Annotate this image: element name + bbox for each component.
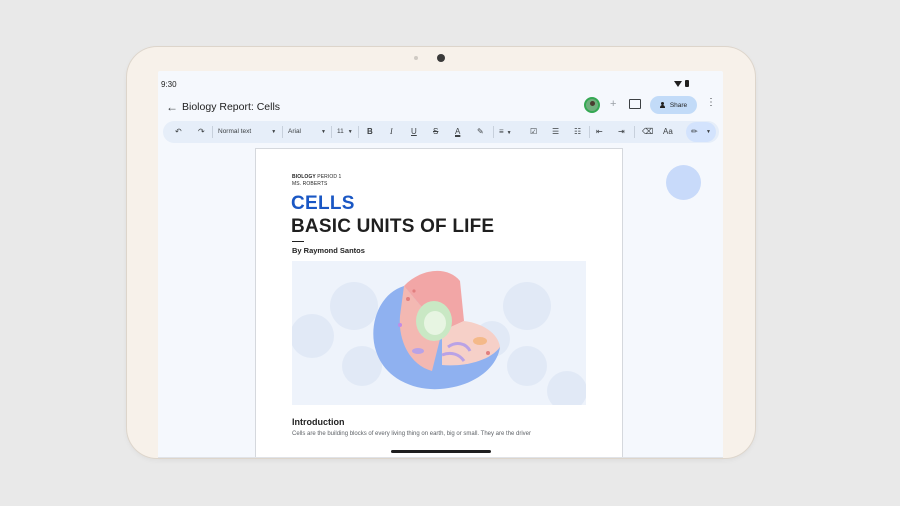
text-style-icon[interactable]: Aa bbox=[663, 126, 673, 138]
numbered-list-icon[interactable]: ☷ bbox=[574, 126, 581, 138]
heading-subtitle: BASIC UNITS OF LIFE bbox=[291, 216, 495, 237]
document-page[interactable]: BIOLOGY PERIOD 1 MS. ROBERTS CELLS BASIC… bbox=[255, 148, 623, 458]
toolbar-divider bbox=[358, 126, 359, 138]
underline-icon[interactable]: U bbox=[411, 126, 417, 138]
comment-icon[interactable] bbox=[629, 99, 641, 109]
italic-icon[interactable]: I bbox=[390, 126, 393, 138]
share-label: Share bbox=[669, 101, 688, 109]
app-screen: 9:30 ← Biology Report: Cells + Share ⋮ ↶… bbox=[158, 71, 723, 458]
pen-icon: ✏ bbox=[691, 127, 698, 136]
indent-decrease-icon[interactable]: ⇤ bbox=[596, 126, 603, 138]
class-period: PERIOD 1 bbox=[315, 174, 342, 180]
toolbar-divider bbox=[212, 126, 213, 138]
chevron-down-icon: ▼ bbox=[506, 130, 512, 136]
class-info: BIOLOGY PERIOD 1 MS. ROBERTS bbox=[292, 174, 341, 188]
class-subject: BIOLOGY bbox=[292, 174, 316, 180]
font-select-value: Arial bbox=[288, 128, 302, 135]
gesture-home-bar[interactable] bbox=[391, 450, 491, 453]
style-select-value: Normal text bbox=[218, 128, 252, 135]
cell-diagram-image bbox=[292, 270, 586, 405]
cell-illustration[interactable] bbox=[292, 261, 586, 405]
status-bar: 9:30 bbox=[158, 71, 723, 95]
floating-action-circle[interactable] bbox=[666, 165, 701, 200]
document-title[interactable]: Biology Report: Cells bbox=[182, 101, 280, 113]
wifi-icon bbox=[674, 80, 682, 87]
bullet-list-icon[interactable]: ☰ bbox=[552, 126, 559, 138]
align-icon[interactable]: ≡ ▼ bbox=[499, 126, 512, 139]
chevron-down-icon: ▼ bbox=[706, 129, 711, 135]
app-bar: ← Biology Report: Cells + Share ⋮ bbox=[158, 95, 723, 121]
status-icons bbox=[674, 80, 689, 87]
text-color-icon[interactable]: A bbox=[455, 126, 460, 138]
formatting-toolbar: ↶ ↷ Normal text ▼ Arial ▼ 11 ▼ B I U S A ✎ … bbox=[163, 121, 719, 143]
toolbar-divider bbox=[331, 126, 332, 138]
heading-rule bbox=[292, 241, 304, 242]
back-arrow-icon[interactable]: ← bbox=[166, 101, 178, 113]
share-button[interactable]: Share bbox=[650, 96, 697, 114]
heading-title: CELLS bbox=[291, 193, 355, 214]
toolbar-divider bbox=[634, 126, 635, 138]
screen-bottom-divider bbox=[158, 457, 723, 458]
chevron-down-icon: ▼ bbox=[271, 129, 277, 135]
toolbar-divider bbox=[282, 126, 283, 138]
introduction-paragraph: Cells are the building blocks of every l… bbox=[292, 431, 532, 437]
teacher-name: MS. ROBERTS bbox=[292, 181, 328, 187]
redo-icon[interactable]: ↷ bbox=[198, 126, 205, 138]
author-byline: By Raymond Santos bbox=[292, 246, 365, 255]
undo-icon[interactable]: ↶ bbox=[175, 126, 182, 138]
strikethrough-icon[interactable]: S bbox=[433, 126, 438, 138]
person-add-icon bbox=[659, 102, 667, 108]
font-select[interactable]: Arial ▼ bbox=[288, 126, 326, 138]
status-time: 9:30 bbox=[161, 80, 177, 89]
bold-icon[interactable]: B bbox=[367, 126, 373, 138]
section-heading-introduction: Introduction bbox=[292, 417, 345, 427]
highlight-icon[interactable]: ✎ bbox=[477, 126, 484, 138]
add-icon[interactable]: + bbox=[610, 98, 616, 110]
font-size-select[interactable]: 11 ▼ bbox=[337, 126, 353, 138]
pen-tool-button[interactable]: ✏ ▼ bbox=[686, 122, 716, 142]
tablet-device: 9:30 ← Biology Report: Cells + Share ⋮ ↶… bbox=[127, 47, 755, 458]
chevron-down-icon: ▼ bbox=[347, 129, 353, 135]
indent-increase-icon[interactable]: ⇥ bbox=[618, 126, 625, 138]
toolbar-divider bbox=[493, 126, 494, 138]
front-camera bbox=[437, 54, 445, 62]
toolbar-divider bbox=[589, 126, 590, 138]
battery-icon bbox=[685, 80, 689, 87]
clear-format-icon[interactable]: ⌫ bbox=[642, 126, 653, 138]
checklist-icon[interactable]: ☑ bbox=[530, 126, 537, 138]
light-sensor bbox=[414, 56, 418, 60]
style-select[interactable]: Normal text ▼ bbox=[218, 126, 276, 138]
font-size-value: 11 bbox=[337, 128, 344, 135]
more-options-icon[interactable]: ⋮ bbox=[706, 98, 716, 108]
avatar[interactable] bbox=[584, 97, 600, 113]
chevron-down-icon: ▼ bbox=[321, 129, 326, 135]
